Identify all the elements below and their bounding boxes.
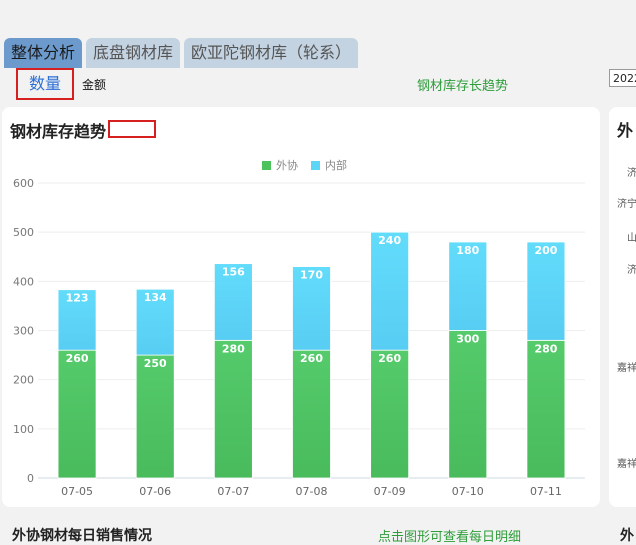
right-panel-card: 外 济 济宁 山 济 嘉祥 嘉祥 xyxy=(609,107,636,507)
legend-swatch[interactable] xyxy=(262,161,271,170)
bar-external[interactable] xyxy=(448,330,488,479)
bar-value-label: 200 xyxy=(534,244,557,257)
legend-label[interactable]: 外协 xyxy=(276,158,298,172)
y-tick-label: 400 xyxy=(13,275,34,288)
x-tick-label: 07-06 xyxy=(139,485,171,498)
bar-value-label: 170 xyxy=(300,269,323,282)
x-tick-label: 07-09 xyxy=(374,485,406,498)
y-tick-label: 300 xyxy=(13,325,34,338)
date-select[interactable]: 2022 xyxy=(609,69,636,87)
bar-external[interactable] xyxy=(526,339,566,479)
right-panel-label: 嘉祥 xyxy=(617,459,636,470)
x-axis-ticks: 07-05 07-06 07-07 07-08 07-09 07-10 07-11 xyxy=(61,485,562,498)
chart-legend[interactable]: 外协 内部 xyxy=(262,158,347,172)
x-tick-label: 07-08 xyxy=(296,485,328,498)
bar-value-label: 260 xyxy=(66,352,89,365)
x-tick-label: 07-11 xyxy=(530,485,562,498)
x-tick-label: 07-05 xyxy=(61,485,93,498)
bar-value-label: 156 xyxy=(222,266,245,279)
bar-value-label: 300 xyxy=(456,333,479,346)
right-panel-label: 济 xyxy=(627,265,636,276)
y-tick-label: 200 xyxy=(13,374,34,387)
legend-swatch[interactable] xyxy=(311,161,320,170)
bar-external[interactable] xyxy=(135,354,175,479)
y-axis-ticks: 0 100 200 300 400 500 600 xyxy=(13,177,34,485)
bar-value-label: 280 xyxy=(222,342,245,355)
x-tick-label: 07-07 xyxy=(217,485,249,498)
right-panel-label: 济宁 xyxy=(617,199,636,210)
x-tick-label: 07-10 xyxy=(452,485,484,498)
bottom-right-title: 外 xyxy=(620,528,634,544)
y-tick-label: 600 xyxy=(13,177,34,190)
legend-label[interactable]: 内部 xyxy=(325,158,347,172)
y-tick-label: 0 xyxy=(27,472,34,485)
inventory-trend-chart[interactable]: 0100200300400500600 26012325013428015626… xyxy=(0,0,600,510)
bottom-section-title: 外协钢材每日销售情况 xyxy=(12,528,152,544)
bar-value-label: 260 xyxy=(378,352,401,365)
bar-value-label: 134 xyxy=(144,291,167,304)
bar-value-label: 180 xyxy=(456,244,479,257)
bar-external[interactable] xyxy=(57,349,97,479)
right-panel-label: 嘉祥 xyxy=(617,363,636,374)
bar-external[interactable] xyxy=(292,349,331,479)
bar-series[interactable]: 260 123 250 134 280 156 260 170 260 240 300 180 280 2… xyxy=(57,231,566,479)
bar-value-label: 123 xyxy=(66,292,89,305)
bar-value-label: 250 xyxy=(144,357,167,370)
right-panel-label: 济 xyxy=(627,168,636,179)
bottom-detail-link[interactable]: 点击图形可查看每日明细 xyxy=(378,526,521,545)
bar-external[interactable] xyxy=(213,339,253,479)
bar-external[interactable] xyxy=(370,349,410,479)
bar-value-label: 240 xyxy=(378,234,401,247)
bar-internal[interactable] xyxy=(370,231,410,351)
right-panel-title: 外 xyxy=(617,121,634,140)
bar-value-label: 280 xyxy=(534,342,557,355)
y-tick-label: 100 xyxy=(13,423,34,436)
right-panel-label: 山 xyxy=(627,233,636,244)
y-tick-label: 500 xyxy=(13,226,34,239)
bar-value-label: 260 xyxy=(300,352,323,365)
